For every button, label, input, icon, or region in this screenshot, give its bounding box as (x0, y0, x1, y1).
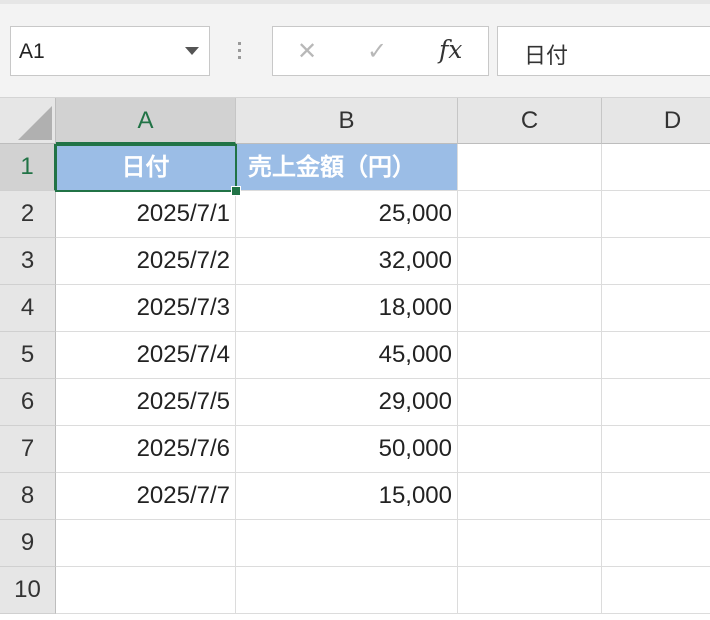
chevron-down-icon[interactable] (185, 47, 199, 55)
cell-c1[interactable] (458, 144, 602, 191)
cancel-icon[interactable]: ✕ (297, 37, 317, 65)
row-header-10[interactable]: 10 (0, 567, 56, 614)
cell-c7[interactable] (458, 426, 602, 473)
cell-d1[interactable] (602, 144, 710, 191)
formula-content: 日付 (524, 44, 569, 69)
cell-c2[interactable] (458, 191, 602, 238)
cell-b6[interactable]: 29,000 (236, 379, 458, 426)
cell-d4[interactable] (602, 285, 710, 332)
cell-a8[interactable]: 2025/7/7 (56, 473, 236, 520)
cell-b8[interactable]: 15,000 (236, 473, 458, 520)
cell-c10[interactable] (458, 567, 602, 614)
cell-c4[interactable] (458, 285, 602, 332)
cell-a4[interactable]: 2025/7/3 (56, 285, 236, 332)
column-header-c[interactable]: C (458, 98, 602, 144)
row-header-1[interactable]: 1 (0, 144, 56, 191)
cell-b3[interactable]: 32,000 (236, 238, 458, 285)
cell-c8[interactable] (458, 473, 602, 520)
row-header-8[interactable]: 8 (0, 473, 56, 520)
column-header-b[interactable]: B (236, 98, 458, 144)
cell-b5[interactable]: 45,000 (236, 332, 458, 379)
cell-a7[interactable]: 2025/7/6 (56, 426, 236, 473)
drag-handle-icon[interactable] (238, 42, 242, 62)
cell-c5[interactable] (458, 332, 602, 379)
insert-function-button[interactable]: fx (439, 35, 462, 64)
name-box-value: A1 (19, 40, 45, 63)
row-header-7[interactable]: 7 (0, 426, 56, 473)
cell-a3[interactable]: 2025/7/2 (56, 238, 236, 285)
cell-d10[interactable] (602, 567, 710, 614)
name-box[interactable]: A1 (10, 26, 210, 76)
cell-b9[interactable] (236, 520, 458, 567)
cell-c6[interactable] (458, 379, 602, 426)
cell-d2[interactable] (602, 191, 710, 238)
column-header-d[interactable]: D (602, 98, 710, 144)
cell-c9[interactable] (458, 520, 602, 567)
formula-bar: A1 ✕ ✓ fx 日付 (0, 4, 710, 98)
row-header-4[interactable]: 4 (0, 285, 56, 332)
cell-b1[interactable]: 売上金額（円） (236, 144, 458, 191)
cell-d6[interactable] (602, 379, 710, 426)
cell-d5[interactable] (602, 332, 710, 379)
cell-a5[interactable]: 2025/7/4 (56, 332, 236, 379)
column-header-a[interactable]: A (56, 98, 236, 144)
select-all-button[interactable] (0, 98, 56, 144)
check-icon[interactable]: ✓ (367, 37, 387, 65)
cell-b7[interactable]: 50,000 (236, 426, 458, 473)
formula-input[interactable]: 日付 (497, 26, 710, 76)
row-header-6[interactable]: 6 (0, 379, 56, 426)
row-header-5[interactable]: 5 (0, 332, 56, 379)
cell-d8[interactable] (602, 473, 710, 520)
cell-a9[interactable] (56, 520, 236, 567)
cell-d7[interactable] (602, 426, 710, 473)
cell-b2[interactable]: 25,000 (236, 191, 458, 238)
cell-b4[interactable]: 18,000 (236, 285, 458, 332)
cell-d3[interactable] (602, 238, 710, 285)
cell-c3[interactable] (458, 238, 602, 285)
cell-a10[interactable] (56, 567, 236, 614)
row-header-9[interactable]: 9 (0, 520, 56, 567)
cell-a2[interactable]: 2025/7/1 (56, 191, 236, 238)
row-header-3[interactable]: 3 (0, 238, 56, 285)
cell-b10[interactable] (236, 567, 458, 614)
cell-a1[interactable]: 日付 (56, 144, 236, 191)
cell-d9[interactable] (602, 520, 710, 567)
cell-a6[interactable]: 2025/7/5 (56, 379, 236, 426)
row-header-2[interactable]: 2 (0, 191, 56, 238)
formula-buttons: ✕ ✓ fx (272, 26, 489, 76)
fill-handle[interactable] (231, 186, 241, 196)
